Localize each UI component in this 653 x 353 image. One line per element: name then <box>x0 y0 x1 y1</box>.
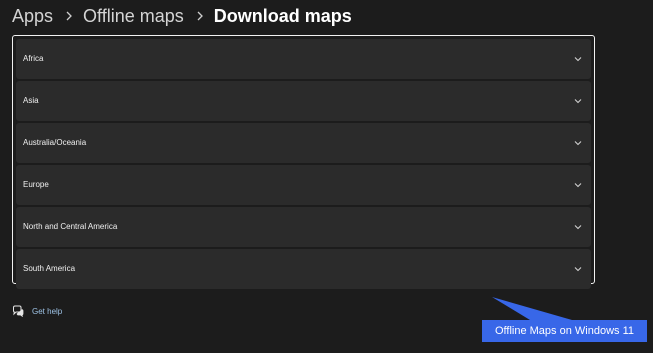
breadcrumb: Apps Offline maps Download maps <box>12 4 352 28</box>
region-label: Australia/Oceania <box>23 138 87 148</box>
chevron-down-icon <box>573 54 583 64</box>
settings-page: Apps Offline maps Download maps Africa A… <box>0 0 653 353</box>
chevron-down-icon <box>573 222 583 232</box>
region-label: North and Central America <box>23 222 118 232</box>
chevron-down-icon <box>573 264 583 274</box>
region-item-europe[interactable]: Europe <box>16 165 591 205</box>
page-title: Download maps <box>213 5 352 26</box>
chevron-right-icon <box>65 11 73 21</box>
region-label: South America <box>23 264 76 274</box>
chevron-down-icon <box>573 96 583 106</box>
region-item-asia[interactable]: Asia <box>16 81 591 121</box>
region-item-south-america[interactable]: South America <box>16 249 591 289</box>
breadcrumb-offline-maps[interactable]: Offline maps <box>83 6 184 27</box>
region-item-australia-oceania[interactable]: Australia/Oceania <box>16 123 591 163</box>
chat-help-icon <box>12 305 24 317</box>
get-help-link[interactable]: Get help <box>12 305 62 317</box>
chevron-down-icon <box>573 180 583 190</box>
region-item-africa[interactable]: Africa <box>16 39 591 79</box>
region-label: Asia <box>23 96 39 106</box>
chevron-down-icon <box>573 138 583 148</box>
region-list: Africa Asia Australia/Oceania Europe Nor… <box>12 35 595 289</box>
breadcrumb-apps[interactable]: Apps <box>12 6 53 27</box>
annotation-label: Offline Maps on Windows 11 <box>482 320 647 342</box>
region-label: Europe <box>23 180 49 190</box>
region-item-north-central-america[interactable]: North and Central America <box>16 207 591 247</box>
get-help-label: Get help <box>32 306 63 316</box>
chevron-right-icon <box>196 11 204 21</box>
region-label: Africa <box>23 54 44 64</box>
